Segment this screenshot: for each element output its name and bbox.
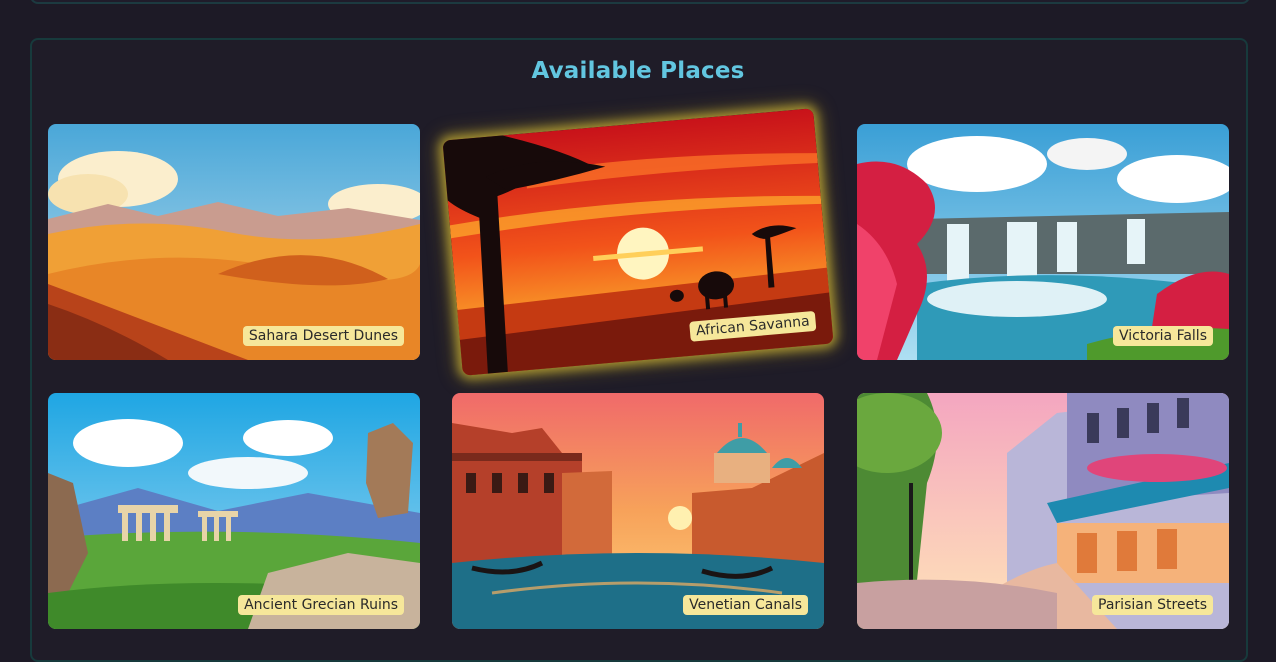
sahara-desert-image: [48, 124, 420, 360]
victoria-falls-image: [857, 124, 1229, 360]
place-card-sahara-desert-dunes[interactable]: Sahara Desert Dunes: [48, 124, 420, 360]
section-title: Available Places: [531, 58, 745, 84]
previous-section-panel: [30, 0, 1250, 4]
parisian-streets-image: [857, 393, 1229, 629]
place-label: Sahara Desert Dunes: [242, 326, 404, 346]
place-card-ancient-grecian-ruins[interactable]: Ancient Grecian Ruins: [48, 393, 420, 629]
african-savanna-image: [442, 108, 834, 376]
grecian-ruins-image: [48, 393, 420, 629]
place-card-venetian-canals[interactable]: Venetian Canals: [452, 393, 824, 629]
place-label: Victoria Falls: [1112, 326, 1213, 346]
place-label: Venetian Canals: [683, 595, 808, 615]
place-label: Parisian Streets: [1092, 595, 1213, 615]
place-label: Ancient Grecian Ruins: [238, 595, 404, 615]
place-card-parisian-streets[interactable]: Parisian Streets: [857, 393, 1229, 629]
place-card-african-savanna[interactable]: African Savanna: [442, 108, 834, 376]
place-card-victoria-falls[interactable]: Victoria Falls: [857, 124, 1229, 360]
venetian-canals-image: [452, 393, 824, 629]
